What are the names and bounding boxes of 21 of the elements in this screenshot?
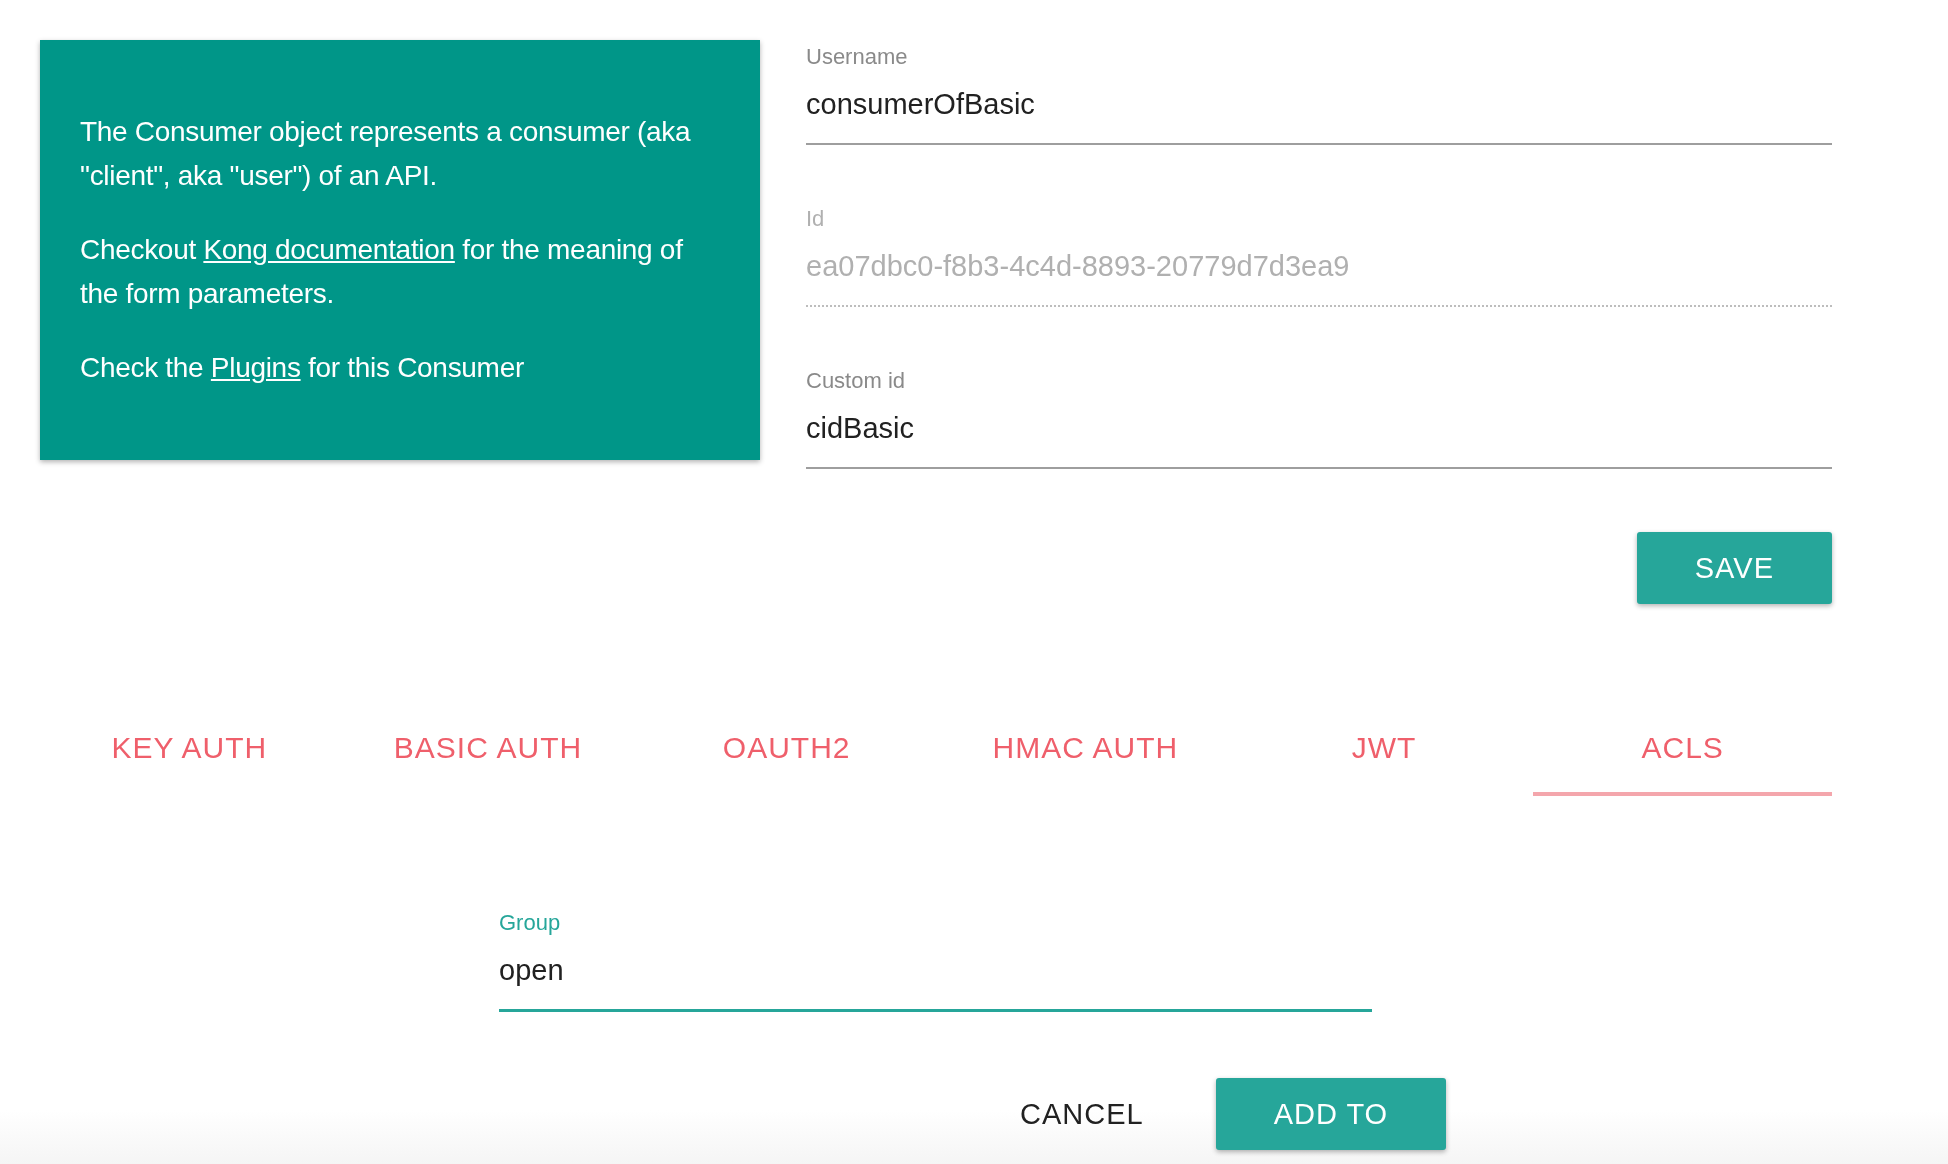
info-text: Checkout Kong documentation for the meaning of the form parameters. — [80, 233, 684, 311]
info-text: The Consumer object represents a consumer (aka "client", aka "user") of an API. — [80, 115, 692, 193]
tab[interactable]: ACLS — [1533, 704, 1833, 796]
tab[interactable]: JWT — [1234, 704, 1534, 796]
info-text: Check the Plugins for this Consumer — [80, 351, 525, 385]
add-button[interactable]: ADD TO — [1215, 1078, 1447, 1150]
cancel-button[interactable]: CANCEL — [1004, 1078, 1160, 1150]
save-button[interactable]: SAVE — [1636, 532, 1832, 604]
input-field[interactable]: cidBasic — [806, 412, 1832, 469]
tab[interactable]: KEY AUTH — [40, 704, 339, 796]
tab[interactable]: HMAC AUTH — [936, 704, 1235, 796]
input-field[interactable]: consumerOfBasic — [806, 88, 1832, 145]
text-link[interactable]: Plugins — [210, 352, 301, 383]
tab[interactable]: OAUTH2 — [637, 704, 936, 796]
input-field[interactable]: open — [499, 954, 1372, 1012]
field-label: Username — [806, 44, 908, 70]
field-label: Group — [499, 910, 561, 936]
field-label: Id — [806, 206, 825, 232]
text-link[interactable]: Kong documentation — [203, 234, 455, 265]
field-label: Custom id — [806, 368, 906, 394]
tab[interactable]: BASIC AUTH — [338, 704, 638, 796]
